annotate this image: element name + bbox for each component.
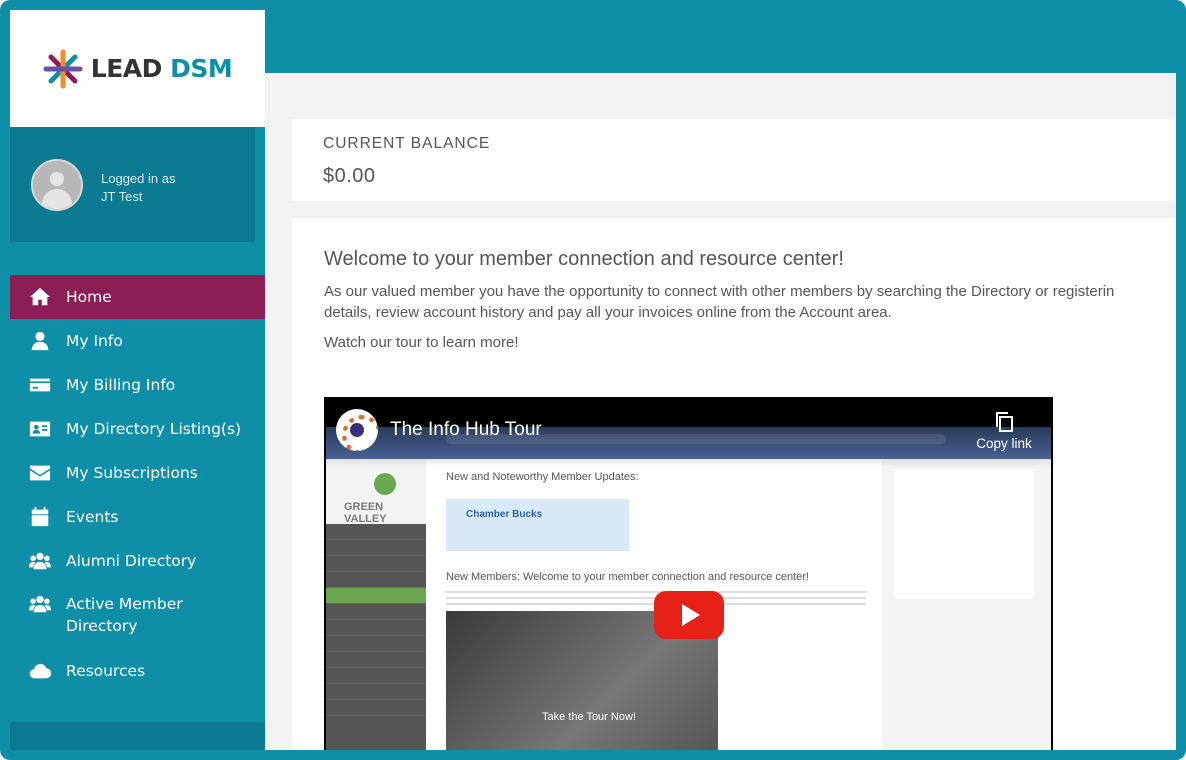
balance-label: CURRENT BALANCE [323, 135, 491, 152]
credit-card-icon [29, 374, 51, 396]
welcome-line-2: details, review account history and pay … [324, 304, 892, 321]
sidebar-item-label: My Directory Listing(s) [66, 420, 242, 438]
brand-part2: DSM [170, 54, 233, 83]
play-button[interactable] [654, 591, 724, 639]
brand-name: LEAD DSM [90, 54, 233, 83]
embedded-heading-2: New Members: Welcome to your member conn… [446, 571, 809, 583]
sidebar-item-alumni-directory[interactable]: Alumni Directory [10, 539, 265, 583]
main-content: CURRENT BALANCE $0.00 Welcome to your me… [265, 73, 1176, 750]
id-card-icon [29, 418, 51, 440]
sidebar-item-label: Resources [66, 662, 146, 680]
user-panel: Logged in as JT Test [10, 127, 265, 242]
embedded-right-panel [882, 459, 1051, 750]
video-title[interactable]: The Info Hub Tour [390, 419, 542, 441]
envelope-icon [29, 462, 51, 484]
user-info: Logged in as JT Test [101, 170, 175, 206]
sidebar-footer [10, 722, 265, 750]
sidebar-item-active-member-directory[interactable]: Active Member Directory [10, 583, 265, 649]
sidebar-item-label: Home [66, 288, 112, 306]
logged-in-label: Logged in as [101, 171, 176, 186]
app-frame: LEAD DSM Logged in as JT Test Home My In… [0, 0, 1186, 760]
welcome-title: Welcome to your member connection and re… [324, 248, 844, 270]
video-frame: GREEN VALLEY New and Noteworthy Member U… [326, 427, 1051, 750]
avatar[interactable] [31, 159, 83, 211]
sidebar-item-my-info[interactable]: My Info [10, 319, 265, 363]
brand-part1: LEAD [90, 54, 163, 83]
lead-dsm-logo-icon [43, 49, 83, 88]
embedded-heading: New and Noteworthy Member Updates: [446, 471, 639, 483]
channel-logo-icon[interactable] [336, 409, 378, 451]
sidebar-item-resources[interactable]: Resources [10, 649, 265, 693]
embedded-logo: GREEN VALLEY [344, 473, 426, 525]
copy-link-label: Copy link [976, 436, 1032, 451]
copy-link-button[interactable]: Copy link [964, 411, 1044, 451]
sidebar-item-events[interactable]: Events [10, 495, 265, 539]
embedded-chamber-bucks: Chamber Bucks [446, 499, 629, 551]
home-icon [29, 286, 51, 308]
sidebar-item-label: My Billing Info [66, 376, 176, 394]
users-icon [29, 550, 51, 572]
user-name: JT Test [101, 189, 143, 204]
sidebar-item-home[interactable]: Home [10, 275, 265, 319]
balance-card: CURRENT BALANCE $0.00 [292, 119, 1176, 201]
sidebar-item-label: Alumni Directory [66, 552, 197, 570]
users-icon [29, 593, 51, 615]
embedded-sidebar: GREEN VALLEY [326, 459, 426, 750]
calendar-icon [29, 506, 51, 528]
sidebar-item-label: My Subscriptions [66, 464, 198, 482]
balance-value: $0.00 [323, 165, 376, 187]
sidebar-item-subscriptions[interactable]: My Subscriptions [10, 451, 265, 495]
video-player[interactable]: GREEN VALLEY New and Noteworthy Member U… [324, 397, 1053, 750]
sidebar-item-directory-listing[interactable]: My Directory Listing(s) [10, 407, 265, 451]
welcome-line-1: As our valued member you have the opport… [324, 283, 1115, 300]
welcome-card: Welcome to your member connection and re… [292, 218, 1176, 750]
sidebar-item-billing[interactable]: My Billing Info [10, 363, 265, 407]
user-icon [29, 330, 51, 352]
copy-icon [996, 412, 1013, 432]
top-bar [265, 10, 1176, 73]
sidebar-item-label: Events [66, 508, 119, 526]
sidebar-nav: Home My Info My Billing Info My Director… [10, 275, 265, 693]
sidebar: LEAD DSM Logged in as JT Test Home My In… [10, 10, 265, 750]
brand-logo[interactable]: LEAD DSM [10, 10, 265, 127]
sidebar-item-label: Active Member Directory [66, 595, 183, 635]
welcome-text: As our valued member you have the opport… [324, 281, 1176, 323]
tour-prompt: Watch our tour to learn more! [324, 334, 519, 351]
sidebar-item-label: My Info [66, 332, 123, 350]
cloud-icon [29, 660, 51, 682]
